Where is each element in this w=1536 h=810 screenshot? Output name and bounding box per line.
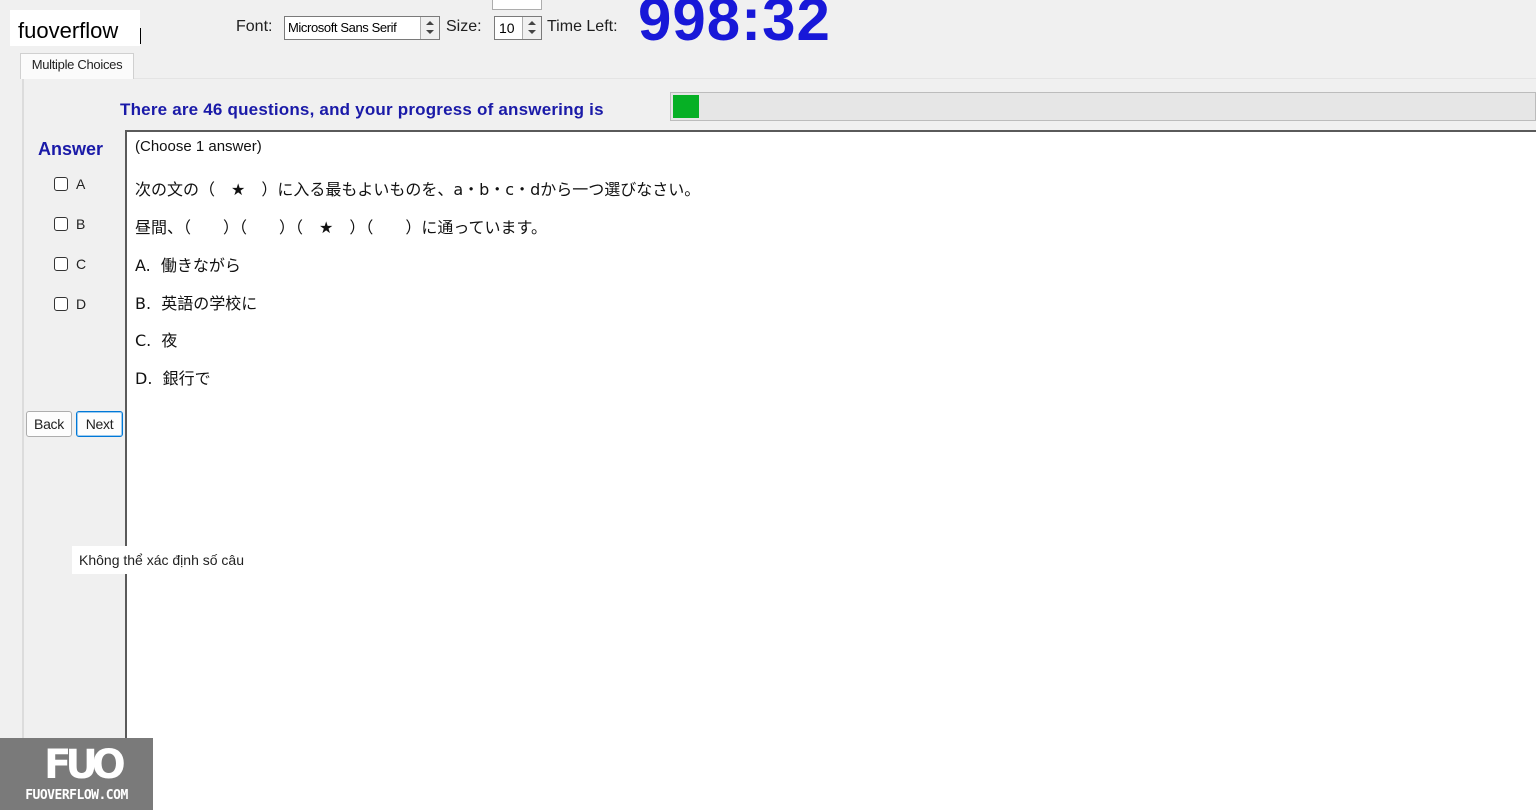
- question-sentence: 昼間、（ ）（ ）（ ★ ）（ ）に通っています。: [135, 218, 547, 237]
- question-instruction: (Choose 1 answer): [135, 138, 262, 155]
- answer-option-c[interactable]: C: [54, 255, 86, 273]
- back-button[interactable]: Back: [26, 411, 72, 437]
- time-left-value: 998:32: [638, 0, 831, 53]
- checkbox[interactable]: [54, 297, 68, 311]
- spin-up-icon[interactable]: [528, 21, 536, 25]
- option-label: A: [76, 176, 86, 192]
- checkbox[interactable]: [54, 257, 68, 271]
- next-button[interactable]: Next: [76, 411, 123, 437]
- progress-bar: [670, 92, 1536, 121]
- spin-down-icon[interactable]: [528, 30, 536, 34]
- checkbox[interactable]: [54, 177, 68, 191]
- answer-title: Answer: [38, 139, 104, 159]
- hidden-input-stub: [492, 0, 542, 10]
- size-value: 10: [499, 20, 515, 36]
- font-selector[interactable]: Microsoft Sans Serif: [284, 16, 440, 40]
- checkbox[interactable]: [54, 217, 68, 231]
- font-value: Microsoft Sans Serif: [288, 20, 397, 35]
- progress-text: There are 46 questions, and your progres…: [120, 100, 604, 119]
- size-stepper[interactable]: 10: [494, 16, 542, 40]
- choice-c: C. 夜: [135, 331, 178, 350]
- progress-fill: [673, 95, 699, 118]
- option-label: B: [76, 216, 86, 232]
- brand-text: fuoverflow: [18, 18, 119, 43]
- option-label: C: [76, 256, 87, 272]
- answer-option-b[interactable]: B: [54, 215, 85, 233]
- tab-multiple-choices[interactable]: Multiple Choices: [20, 53, 134, 79]
- question-prompt: 次の文の（ ★ ）に入る最もよいものを、a・b・c・dから一つ選びなさい。: [135, 180, 701, 199]
- size-label: Size:: [446, 18, 482, 35]
- answer-option-d[interactable]: D: [54, 295, 86, 313]
- choice-a: A. 働きながら: [135, 256, 241, 275]
- spin-down-icon[interactable]: [426, 30, 434, 34]
- size-spinner[interactable]: [522, 17, 541, 39]
- question-content: (Choose 1 answer) 次の文の（ ★ ）に入る最もよいものを、a・…: [125, 130, 1536, 810]
- option-label: D: [76, 296, 87, 312]
- tooltip: Không thể xác định số câu: [72, 546, 252, 574]
- answer-option-a[interactable]: A: [54, 175, 85, 193]
- spin-up-icon[interactable]: [426, 21, 434, 25]
- logo-mark: FUO: [44, 742, 126, 788]
- font-label: Font:: [236, 18, 273, 35]
- time-left-label: Time Left:: [547, 18, 618, 35]
- choice-d: D. 銀行で: [135, 369, 211, 388]
- logo-text: FUOVERFLOW.COM: [25, 788, 128, 803]
- choice-b: B. 英語の学校に: [135, 294, 258, 313]
- font-spinner[interactable]: [420, 17, 439, 39]
- text-caret: [140, 28, 141, 44]
- watermark-logo: FUO FUOVERFLOW.COM: [0, 738, 153, 810]
